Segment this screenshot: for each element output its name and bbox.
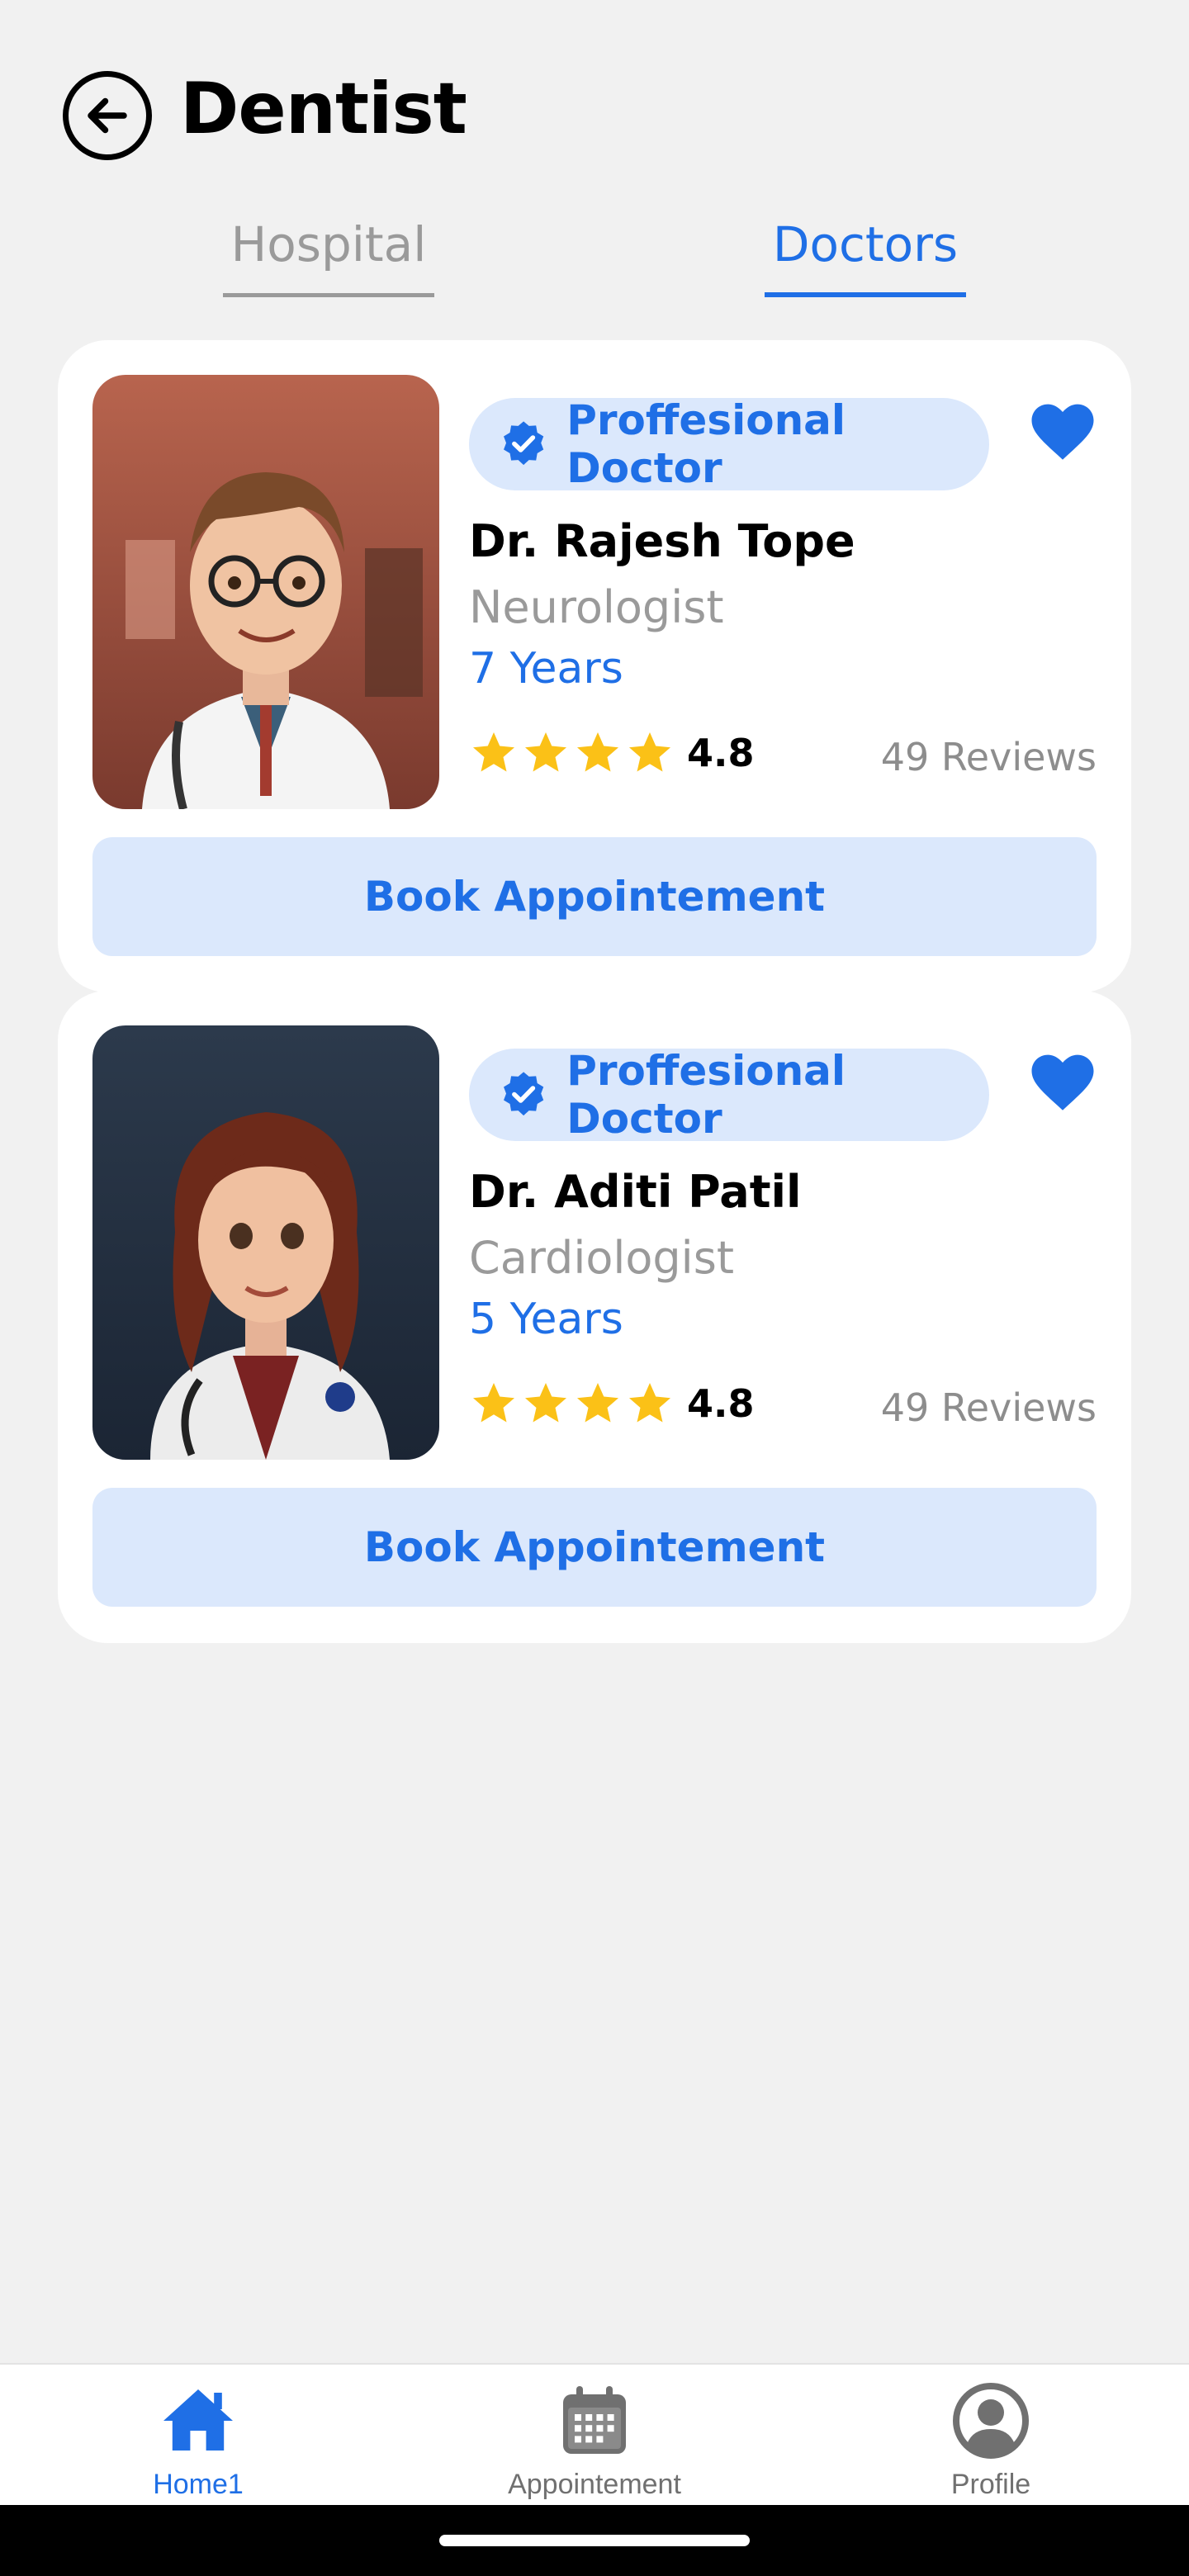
nav-label: Profile	[950, 2469, 1031, 2500]
nav-label: Appointement	[508, 2469, 681, 2500]
star-icon	[577, 1383, 618, 1423]
reviews-count[interactable]: 49 Reviews	[881, 1385, 1097, 1430]
home-indicator[interactable]	[439, 2535, 750, 2546]
rating: 4.8	[469, 1379, 755, 1428]
badge-label: Proffesional Doctor	[566, 396, 846, 492]
doctor-experience: 7 Years	[469, 644, 623, 694]
doctor-name: Dr. Aditi Patil	[469, 1166, 802, 1218]
verified-icon	[504, 421, 544, 466]
nav-profile[interactable]: Profile	[826, 2365, 1156, 2507]
star-icon	[473, 732, 514, 772]
verified-icon	[504, 1072, 544, 1116]
doctor-specialty: Cardiologist	[469, 1232, 734, 1284]
calendar-icon	[563, 2386, 626, 2454]
badge-label: Proffesional Doctor	[566, 1047, 846, 1143]
system-navigation-bar	[0, 2505, 1189, 2576]
doctor-card[interactable]: Proffesional Doctor Dr. Rajesh Tope Neur…	[58, 340, 1131, 992]
profile-icon	[953, 2383, 1029, 2459]
tab-bar: Hospital Doctors	[0, 206, 1189, 297]
nav-appointment[interactable]: Appointement	[429, 2365, 760, 2507]
doctor-specialty: Neurologist	[469, 581, 724, 633]
doctor-photo	[92, 1025, 439, 1460]
star-icon	[577, 732, 618, 772]
home-icon	[163, 2389, 233, 2451]
star-icon	[629, 1383, 670, 1423]
favorite-button[interactable]	[1026, 395, 1100, 469]
tab-doctors[interactable]: Doctors	[765, 206, 966, 297]
reviews-count[interactable]: 49 Reviews	[881, 735, 1097, 779]
rating-value: 4.8	[687, 731, 755, 775]
bottom-nav: Home1 Appointement Profile	[0, 2363, 1189, 2505]
doctor-card[interactable]: Proffesional Doctor Dr. Aditi Patil Card…	[58, 991, 1131, 1643]
professional-badge: Proffesional Doctor	[469, 396, 989, 492]
doctor-experience: 5 Years	[469, 1295, 623, 1344]
doctor-photo	[92, 375, 439, 809]
nav-home[interactable]: Home1	[33, 2365, 363, 2507]
book-appointment-button[interactable]: Book Appointement	[92, 837, 1097, 956]
book-appointment-button[interactable]: Book Appointement	[92, 1488, 1097, 1607]
header: Dentist	[0, 0, 1189, 190]
heart-icon	[1031, 404, 1094, 460]
rating: 4.8	[469, 728, 755, 778]
doctor-name: Dr. Rajesh Tope	[469, 515, 855, 567]
rating-value: 4.8	[687, 1381, 755, 1426]
star-icon	[473, 1383, 514, 1423]
star-icon	[525, 732, 566, 772]
star-icon	[525, 1383, 566, 1423]
arrow-left-icon	[88, 97, 127, 134]
page-title: Dentist	[180, 68, 467, 150]
heart-icon	[1031, 1054, 1094, 1110]
favorite-button[interactable]	[1026, 1045, 1100, 1120]
back-button[interactable]	[63, 71, 152, 160]
star-icon	[629, 732, 670, 772]
professional-badge: Proffesional Doctor	[469, 1047, 989, 1143]
tab-hospital[interactable]: Hospital	[223, 206, 434, 297]
nav-label: Home1	[153, 2469, 244, 2500]
